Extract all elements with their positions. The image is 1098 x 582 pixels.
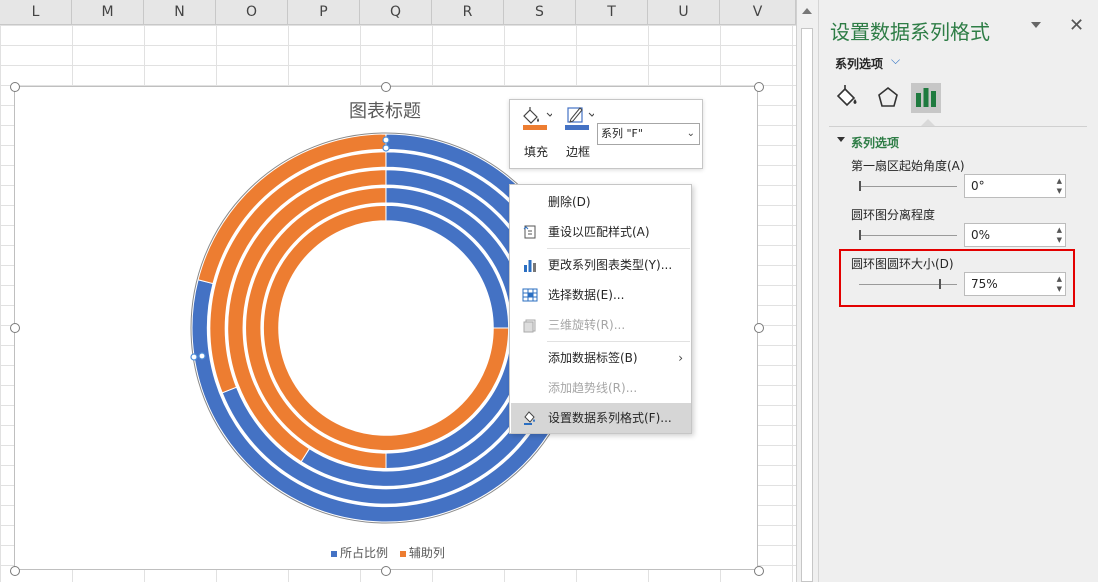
column-header-q[interactable]: Q (360, 0, 432, 24)
first-slice-angle-input[interactable]: 0° ▲ ▼ (964, 174, 1066, 198)
fill-label: 填充 (523, 145, 548, 159)
slider-thumb[interactable] (859, 181, 861, 191)
menu-separator (547, 341, 690, 342)
menu-item-delete[interactable]: 删除(D) (511, 187, 691, 217)
highlight-annotation-box (839, 249, 1075, 307)
chevron-down-icon[interactable]: ⌵ (891, 53, 900, 68)
column-header-o[interactable]: O (216, 0, 288, 24)
chevron-right-icon: › (678, 351, 683, 365)
first-slice-angle-slider[interactable] (859, 181, 957, 191)
resize-handle-top-right[interactable] (754, 82, 764, 92)
explosion-input[interactable]: 0% ▲ ▼ (964, 223, 1066, 247)
column-header-r[interactable]: R (432, 0, 504, 24)
fill-button[interactable]: 填充 (516, 106, 556, 160)
tab-effects[interactable] (873, 83, 903, 113)
column-header-l[interactable]: L (0, 0, 72, 24)
border-button[interactable]: 边框 (558, 106, 598, 160)
close-icon[interactable]: ✕ (1069, 15, 1084, 36)
active-tab-pointer (921, 119, 935, 126)
menu-item-add-trendline: 添加趋势线(R)... (548, 381, 638, 395)
spin-down-icon[interactable]: ▼ (1057, 187, 1062, 195)
column-header-bar: L M N O P Q R S T U V (0, 0, 796, 25)
column-header-u[interactable]: U (648, 0, 720, 24)
resize-handle-bottom-left[interactable] (10, 566, 20, 576)
paint-bucket-icon (523, 107, 554, 130)
resize-handle-left[interactable] (10, 323, 20, 333)
3d-rotation-icon (523, 319, 536, 333)
resize-handle-bottom-right[interactable] (754, 566, 764, 576)
resize-handle-top[interactable] (381, 82, 391, 92)
tab-fill-line[interactable] (833, 83, 863, 113)
change-chart-type-icon (524, 260, 536, 272)
context-menu: 删除(D) 重设以匹配样式(A) 更改系列图表类型(Y)... 选择数据(E).… (509, 184, 692, 434)
reset-style-icon (523, 225, 536, 239)
column-header-v[interactable]: V (720, 0, 796, 24)
pen-icon (565, 107, 596, 130)
series-select-value: 系列 "F" (601, 127, 643, 140)
menu-item-add-data-labels[interactable]: 添加数据标签(B) › (511, 343, 691, 373)
chevron-down-icon: ⌄ (686, 128, 695, 139)
legend-swatch-orange (399, 550, 406, 557)
resize-handle-bottom[interactable] (381, 566, 391, 576)
point-handle[interactable] (382, 136, 390, 144)
explosion-label: 圆环图分离程度 (851, 208, 936, 222)
explosion-slider[interactable] (859, 230, 957, 240)
section-header-series-options[interactable]: 系列选项 (851, 134, 899, 151)
point-handle[interactable] (382, 144, 390, 152)
column-header-p[interactable]: P (288, 0, 360, 24)
slider-thumb[interactable] (859, 230, 861, 240)
menu-item-3d-rotation: 三维旋转(R)... (511, 310, 691, 340)
resize-handle-top-left[interactable] (10, 82, 20, 92)
column-header-m[interactable]: M (72, 0, 144, 24)
legend-item-proportion[interactable]: 所占比例 (331, 546, 388, 560)
series-select[interactable]: 系列 "F" ⌄ (597, 123, 700, 145)
tab-series-options[interactable] (911, 83, 941, 113)
pentagon-icon (878, 86, 898, 107)
column-header-s[interactable]: S (504, 0, 576, 24)
series-options-dropdown[interactable]: 系列选项 (835, 55, 883, 72)
chart-legend[interactable]: 所占比例 辅助列 (331, 544, 453, 561)
pane-divider (829, 126, 1087, 127)
format-series-icon (524, 411, 535, 425)
pane-title: 设置数据系列格式 (830, 20, 990, 44)
first-slice-angle-label: 第一扇区起始角度(A) (851, 159, 965, 173)
paint-bucket-icon (836, 85, 857, 107)
menu-item-reset-style[interactable]: 重设以匹配样式(A) (511, 217, 691, 247)
column-header-t[interactable]: T (576, 0, 648, 24)
spin-up-icon[interactable]: ▲ (1057, 177, 1062, 185)
pane-options-dropdown-icon[interactable] (1031, 22, 1041, 28)
spin-down-icon[interactable]: ▼ (1057, 236, 1062, 244)
vertical-scrollbar[interactable] (796, 0, 818, 582)
column-header-n[interactable]: N (144, 0, 216, 24)
mini-format-toolbar: 填充 边框 系列 "F" ⌄ (509, 99, 703, 169)
point-handle[interactable] (190, 353, 198, 361)
menu-item-select-data[interactable]: 选择数据(E)... (511, 280, 691, 310)
spin-up-icon[interactable]: ▲ (1057, 226, 1062, 234)
legend-item-helper[interactable]: 辅助列 (399, 546, 445, 560)
scrollbar-thumb[interactable] (801, 28, 813, 582)
collapse-triangle-icon[interactable] (837, 137, 845, 142)
scroll-up-icon[interactable] (802, 8, 812, 14)
menu-separator (547, 248, 690, 249)
menu-item-change-chart-type[interactable]: 更改系列图表类型(Y)... (511, 250, 691, 280)
select-data-icon (522, 288, 538, 302)
point-handle[interactable] (198, 352, 206, 360)
border-label: 边框 (565, 145, 590, 159)
legend-swatch-blue (331, 550, 337, 557)
bar-chart-icon (916, 88, 936, 107)
resize-handle-right[interactable] (754, 323, 764, 333)
menu-item-format-series[interactable]: 设置数据系列格式(F)... (511, 403, 691, 433)
